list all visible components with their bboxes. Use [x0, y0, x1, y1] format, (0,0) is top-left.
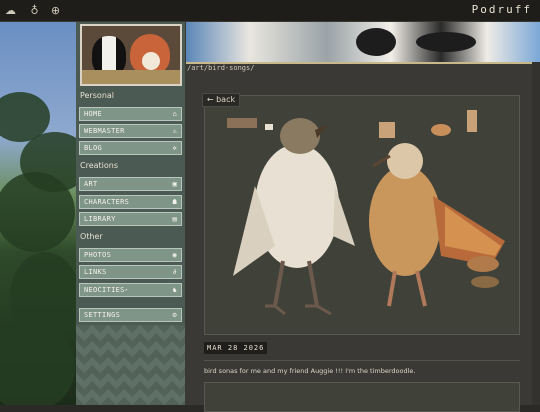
section-heading-personal: Personal: [80, 91, 115, 100]
warning-icon: ⚠: [172, 127, 177, 135]
divider: [204, 360, 520, 361]
site-title[interactable]: Podruff: [472, 3, 532, 16]
nav-webmaster[interactable]: WEBMASTER ⚠: [79, 124, 182, 138]
artwork-image[interactable]: [204, 95, 520, 335]
nav-label: SETTINGS: [84, 311, 121, 319]
book-icon: ▤: [172, 215, 177, 223]
settings-icon: ⚙: [172, 311, 177, 319]
nav-art[interactable]: ART ▣: [79, 177, 182, 191]
nav-blog[interactable]: BLOG ✲: [79, 141, 182, 155]
scrollbar[interactable]: [532, 62, 540, 405]
crosshair-icon[interactable]: ⊕: [49, 4, 62, 17]
avatar-image: [80, 24, 182, 86]
sidebar-pattern: [76, 325, 185, 405]
artwork-image-2[interactable]: [204, 382, 520, 412]
link-icon: ∂: [172, 268, 177, 276]
people-icon: ☗: [172, 198, 177, 206]
section-heading-creations: Creations: [80, 161, 119, 170]
section-heading-other: Other: [80, 232, 103, 241]
nav-label: PHOTOS: [84, 251, 112, 259]
post-caption: bird sonas for me and my friend Auggie !…: [204, 367, 416, 375]
cat-icon: ♞: [172, 286, 177, 294]
nav-label: WEBMASTER: [84, 127, 125, 135]
nav-photos[interactable]: PHOTOS ◉: [79, 248, 182, 262]
image-icon: ▣: [172, 180, 177, 188]
nav-label: BLOG: [84, 144, 103, 152]
nav-library[interactable]: LIBRARY ▤: [79, 212, 182, 226]
cloud-icon[interactable]: ☁: [4, 4, 17, 17]
nav-label: LIBRARY: [84, 215, 116, 223]
nav-links[interactable]: LINKS ∂: [79, 265, 182, 279]
nav-label: CHARACTERS: [84, 198, 130, 206]
nav-characters[interactable]: CHARACTERS ☗: [79, 195, 182, 209]
top-bar: ☁ ♁ ⊕ Podruff: [0, 0, 540, 22]
breadcrumb: /art/bird-songs/: [187, 64, 255, 72]
tooth-icon[interactable]: ♁: [28, 4, 41, 17]
background-image: [0, 22, 76, 405]
cog-icon: ✲: [172, 144, 177, 152]
home-icon: ⌂: [172, 110, 177, 118]
external-link-icon: ↗: [124, 287, 128, 293]
post-date: MAR 28 2026: [204, 342, 268, 354]
nav-label: LINKS: [84, 268, 107, 276]
nav-home[interactable]: HOME ⌂: [79, 107, 182, 121]
back-button[interactable]: ← back: [202, 93, 240, 107]
nav-label: ART: [84, 180, 98, 188]
header-banner-image: [186, 22, 540, 64]
nav-neocities[interactable]: NEOCITIES↗ ♞: [79, 283, 182, 297]
nav-label: NEOCITIES: [84, 286, 125, 294]
nav-settings[interactable]: SETTINGS ⚙: [79, 308, 182, 322]
nav-label: HOME: [84, 110, 103, 118]
camera-icon: ◉: [172, 251, 177, 259]
